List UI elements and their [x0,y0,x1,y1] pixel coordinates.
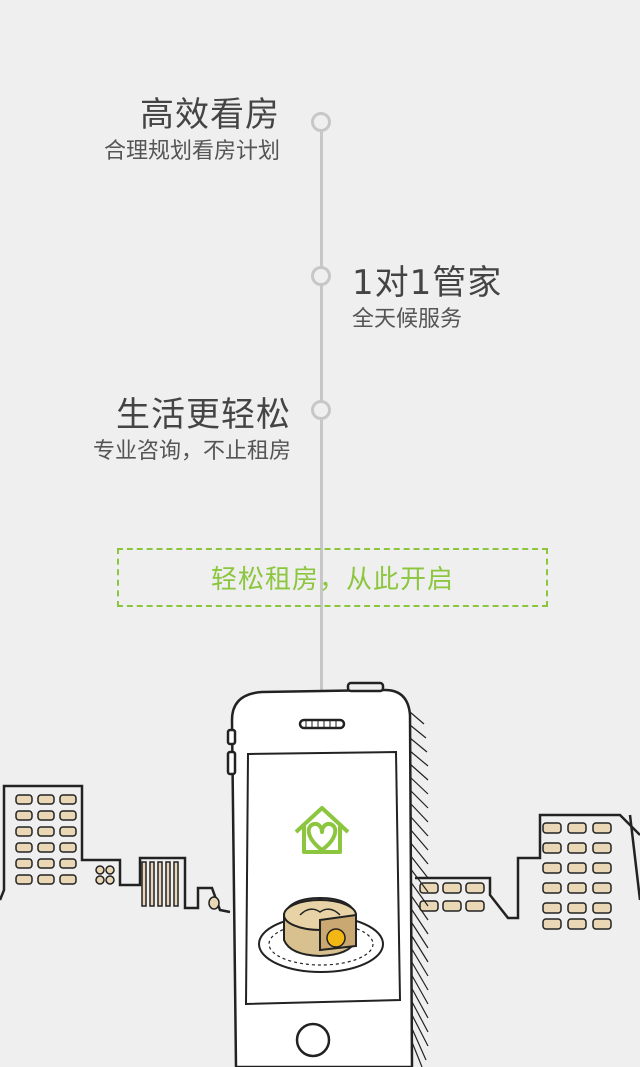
timeline-node-2 [311,266,331,286]
feature-subtitle: 全天候服务 [352,307,463,332]
city-buildings-left [0,784,231,914]
phone [226,681,414,1067]
feature-easier-life: 生活更轻松 专业咨询，不止租房 [93,395,291,467]
feature-title: 高效看房 [140,95,280,135]
timeline-node-1 [311,112,331,132]
feature-title: 生活更轻松 [116,395,291,435]
building-windows-left [15,794,220,910]
feature-butler: 1对1管家 全天候服务 [352,263,502,335]
feature-efficient-viewing: 高效看房 合理规划看房计划 [104,95,280,167]
building-windows-right [419,822,612,930]
feature-subtitle: 专业咨询，不止租房 [92,439,291,464]
timeline-node-3 [311,400,331,420]
start-renting-button[interactable]: 轻松租房，从此开启 [117,548,548,607]
feature-subtitle: 合理规划看房计划 [103,139,280,164]
city-phone-illustration [0,681,640,1067]
feature-title: 1对1管家 [352,263,503,303]
